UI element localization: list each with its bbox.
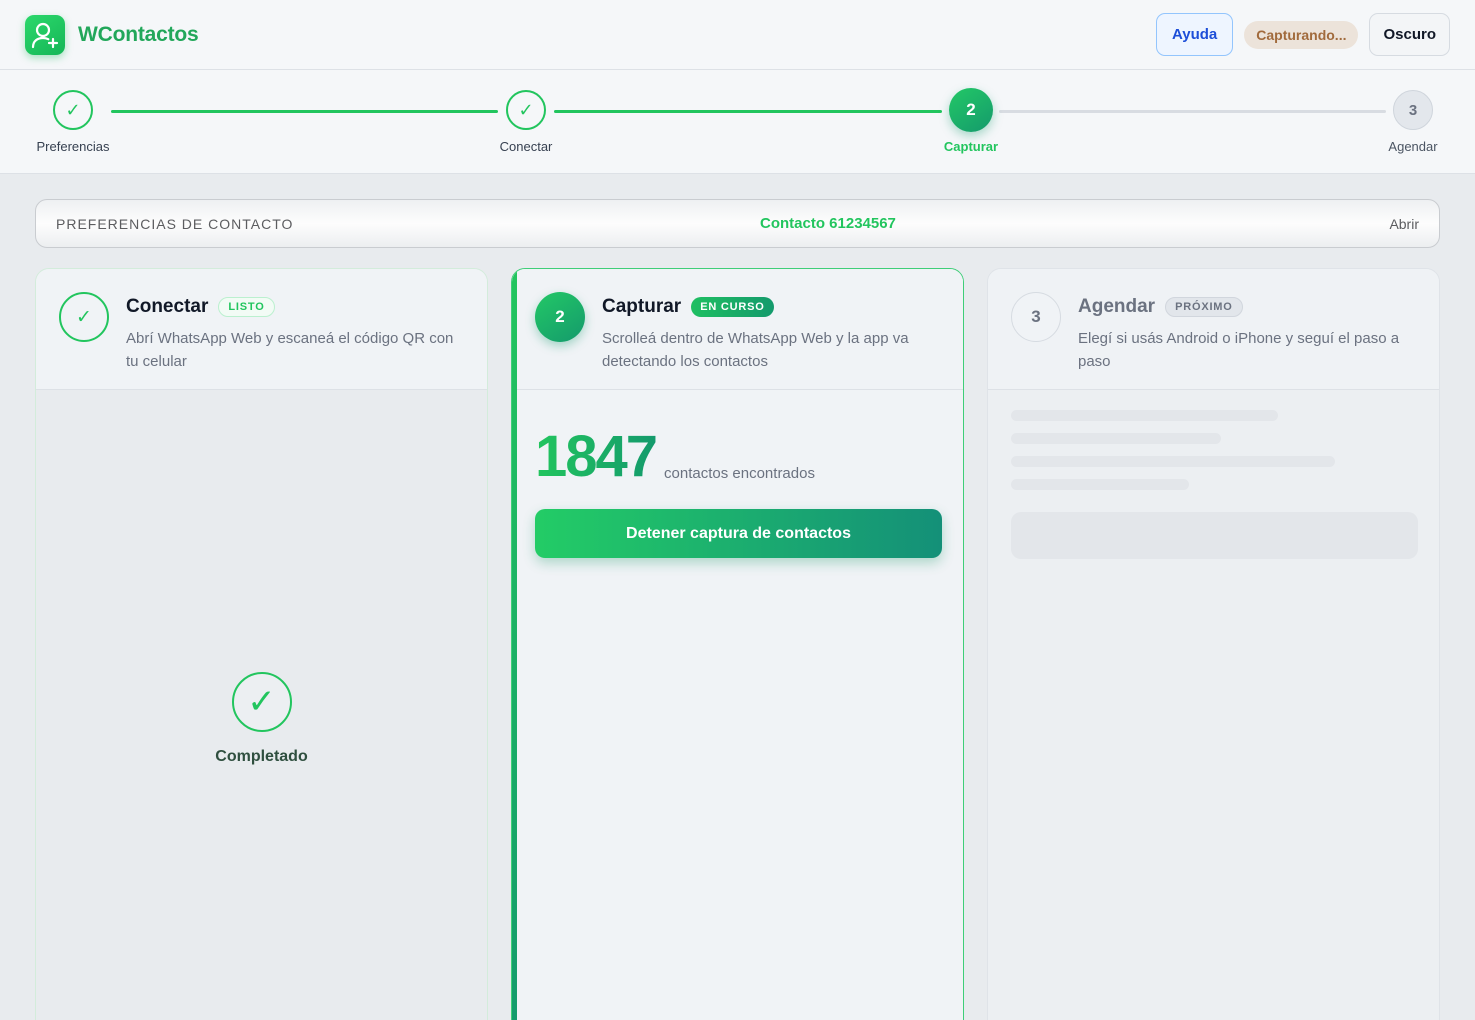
app-name: WContactos: [78, 22, 199, 46]
step-connector: [999, 110, 1386, 113]
completed-state: ✓ Completado: [36, 672, 487, 766]
card-title-row: Conectar LISTO: [126, 296, 466, 318]
step-label: Agendar: [1388, 139, 1438, 154]
card-text: Agendar PRÓXIMO Elegí si usás Android o …: [1078, 292, 1413, 389]
skeleton-line: [1011, 433, 1221, 444]
step-number: 3: [1011, 292, 1061, 342]
status-pill: EN CURSO: [691, 297, 774, 317]
step-label: Preferencias: [36, 139, 110, 154]
card-description: Scrolleá dentro de WhatsApp Web y la app…: [602, 330, 909, 370]
preferences-contact: Contacto 61234567: [760, 215, 896, 232]
completed-label: Completado: [215, 748, 308, 765]
card-header: 2 Capturar EN CURSO Scrolleá dentro de W…: [512, 269, 963, 390]
preferences-title: PREFERENCIAS DE CONTACTO: [56, 215, 294, 232]
card-agendar: 3 Agendar PRÓXIMO Elegí si usás Android …: [987, 268, 1440, 1020]
status-pill: PRÓXIMO: [1165, 297, 1243, 317]
progress-stepper: ✓ Preferencias ✓ Conectar 2 Capturar 3 A…: [0, 70, 1475, 174]
card-title: Capturar: [602, 296, 682, 317]
step-label: Capturar: [943, 139, 999, 154]
check-icon: ✓: [53, 90, 93, 130]
card-capturar: 2 Capturar EN CURSO Scrolleá dentro de W…: [511, 268, 964, 1020]
contact-count-number: 1847: [535, 424, 658, 489]
step-connector: [554, 110, 942, 113]
preferences-bar[interactable]: PREFERENCIAS DE CONTACTO Contacto 612345…: [35, 199, 1440, 248]
step-capturar[interactable]: 2 Capturar: [935, 88, 1007, 154]
check-icon: ✓: [59, 292, 109, 342]
step-conectar[interactable]: ✓ Conectar: [492, 90, 560, 154]
card-description: Elegí si usás Android o iPhone y seguí e…: [1078, 330, 1400, 370]
card-title-row: Agendar PRÓXIMO: [1078, 296, 1413, 318]
check-icon: ✓: [506, 90, 546, 130]
step-label: Conectar: [499, 139, 553, 154]
skeleton-line: [1011, 456, 1335, 467]
step-preferencias[interactable]: ✓ Preferencias: [35, 90, 111, 154]
header-actions: Ayuda Capturando... Oscuro: [1155, 13, 1450, 56]
card-description: Abrí WhatsApp Web y escaneá el código QR…: [126, 330, 454, 370]
contact-count-label: contactos encontrados: [664, 465, 815, 482]
skeleton-line: [1011, 410, 1278, 421]
card-header: 3 Agendar PRÓXIMO Elegí si usás Android …: [988, 269, 1439, 390]
step-number: 2: [535, 292, 585, 342]
card-title: Conectar: [126, 296, 209, 317]
brand: WContactos: [25, 14, 199, 55]
card-text: Capturar EN CURSO Scrolleá dentro de Wha…: [602, 292, 942, 389]
status-badge: Capturando...: [1244, 20, 1359, 49]
card-header: ✓ Conectar LISTO Abrí WhatsApp Web y esc…: [36, 269, 487, 390]
stop-capture-button[interactable]: Detener captura de contactos: [535, 509, 942, 558]
skeleton-line: [1011, 479, 1189, 490]
app-header: WContactos Ayuda Capturando... Oscuro: [0, 0, 1475, 70]
user-plus-icon: [25, 14, 65, 55]
preferences-open-link[interactable]: Abrir: [1389, 216, 1419, 232]
check-icon: ✓: [231, 672, 292, 732]
skeleton-block: [1011, 512, 1418, 559]
step-connector: [111, 110, 498, 113]
contact-count: 1847 contactos encontrados: [512, 390, 963, 486]
card-text: Conectar LISTO Abrí WhatsApp Web y escan…: [126, 292, 466, 389]
card-conectar: ✓ Conectar LISTO Abrí WhatsApp Web y esc…: [35, 268, 488, 1020]
help-button[interactable]: Ayuda: [1155, 13, 1234, 56]
theme-toggle-button[interactable]: Oscuro: [1369, 13, 1450, 56]
step-agendar[interactable]: 3 Agendar: [1384, 90, 1442, 154]
step-number: 2: [949, 88, 993, 132]
card-title-row: Capturar EN CURSO: [602, 296, 942, 318]
status-pill: LISTO: [218, 297, 275, 317]
card-title: Agendar: [1078, 296, 1156, 317]
step-number: 3: [1393, 90, 1433, 130]
